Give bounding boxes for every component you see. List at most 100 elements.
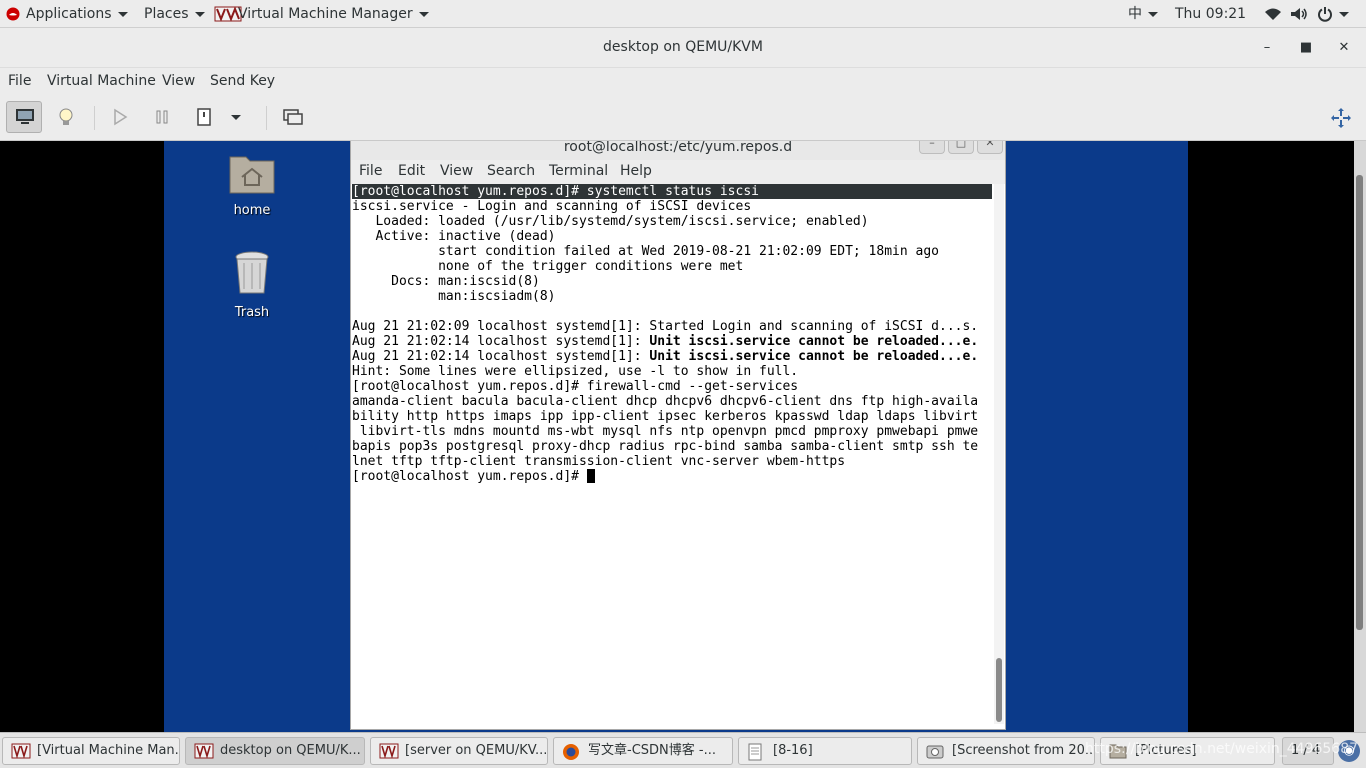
taskbar-item[interactable]: [Virtual Machine Man... xyxy=(2,737,180,765)
taskbar-item-label: [server on QEMU/KV... xyxy=(405,743,548,758)
terminal-line-bold: Unit iscsi.service cannot be reloaded...… xyxy=(649,334,979,349)
desktop-icon-home[interactable]: home xyxy=(212,151,292,218)
terminal-line: Docs: man:iscsid(8) xyxy=(352,274,992,289)
console-button[interactable] xyxy=(6,101,42,133)
desktop-icon-label: home xyxy=(233,203,271,218)
clock[interactable]: Thu 09:21 xyxy=(1175,0,1246,28)
guest-display[interactable]: home Trash root@localhost:/etc/yum.repos… xyxy=(164,141,1188,732)
terminal-line: Aug 21 21:02:14 localhost systemd[1]: Un… xyxy=(352,334,992,349)
taskbar-item-label: [Screenshot from 20... xyxy=(952,743,1095,758)
menubar: File Virtual Machine View Send Key xyxy=(0,68,1366,96)
terminal-line-text: [root@localhost yum.repos.d]# firewall-c… xyxy=(352,379,799,394)
window-title: desktop on QEMU/KVM xyxy=(603,39,763,55)
terminal-line: bility http https imaps ipp ipp-client i… xyxy=(352,409,992,424)
taskbar-item-label: 写文章-CSDN博客 -... xyxy=(588,743,716,758)
terminal-line: [root@localhost yum.repos.d]# firewall-c… xyxy=(352,379,992,394)
terminal-line-text: bility http https imaps ipp ipp-client i… xyxy=(352,409,979,424)
terminal-line-text: Hint: Some lines were ellipsized, use -l… xyxy=(352,364,799,379)
lightbulb-icon xyxy=(59,108,73,125)
redhat-icon xyxy=(6,7,20,21)
menu-view[interactable]: View xyxy=(162,73,195,89)
taskbar-item[interactable]: [Screenshot from 20... xyxy=(917,737,1095,765)
close-button[interactable]: ✕ xyxy=(1334,38,1354,58)
terminal-close-button[interactable]: ✕ xyxy=(977,141,1003,154)
clock-label: Thu 09:21 xyxy=(1175,6,1247,22)
taskbar-item-label: desktop on QEMU/K... xyxy=(220,743,361,758)
terminal-line: libvirt-tls mdns mountd ms-wbt mysql nfs… xyxy=(352,424,992,439)
menu-virtual-machine[interactable]: Virtual Machine xyxy=(47,73,156,89)
folder-home-icon xyxy=(229,156,275,194)
desktop-icon-trash[interactable]: Trash xyxy=(212,249,292,320)
terminal-titlebar[interactable]: root@localhost:/etc/yum.repos.d xyxy=(351,141,1005,160)
terminal-line-bold: Unit iscsi.service cannot be reloaded...… xyxy=(649,349,979,364)
terminal-line-text: none of the trigger conditions were met xyxy=(352,259,744,274)
applications-menu[interactable]: Applications xyxy=(6,0,128,28)
toolbar-separator xyxy=(266,106,267,130)
terminal-menu-view[interactable]: View xyxy=(440,163,473,179)
menu-send-key[interactable]: Send Key xyxy=(210,73,275,89)
taskbar-item[interactable]: desktop on QEMU/K... xyxy=(185,737,365,765)
terminal-minimize-button[interactable]: – xyxy=(919,141,945,154)
minimize-button[interactable]: – xyxy=(1257,38,1277,58)
system-status-menu[interactable] xyxy=(1264,0,1349,28)
terminal-line: lnet tftp tftp-client transmission-clien… xyxy=(352,454,992,469)
taskbar-item[interactable]: 写文章-CSDN博客 -... xyxy=(553,737,733,765)
desktop-icon-label: Trash xyxy=(234,305,270,320)
watermark: https://blog.csdn.net/weixin_44965687 xyxy=(1085,741,1359,757)
pause-button[interactable] xyxy=(144,101,180,133)
power-icon xyxy=(197,108,211,126)
snapshot-icon xyxy=(283,109,303,125)
terminal-line-text: libvirt-tls mdns mountd ms-wbt mysql nfs… xyxy=(352,424,979,439)
terminal-line: Loaded: loaded (/usr/lib/systemd/system/… xyxy=(352,214,992,229)
fullscreen-button[interactable] xyxy=(1322,101,1358,133)
vm-manager-icon xyxy=(194,743,214,759)
terminal-scrollbar[interactable] xyxy=(994,184,1004,724)
menu-file[interactable]: File xyxy=(8,73,31,89)
terminal-line-text: bapis pop3s postgresql proxy-dhcp radius… xyxy=(352,439,979,454)
snapshots-button[interactable] xyxy=(275,101,311,133)
places-menu[interactable]: Places xyxy=(144,0,205,28)
terminal-line: Aug 21 21:02:09 localhost systemd[1]: St… xyxy=(352,319,992,334)
firefox-icon xyxy=(562,743,582,760)
applications-label: Applications xyxy=(26,6,112,22)
terminal-menu-search[interactable]: Search xyxy=(487,163,535,179)
terminal-line: [root@localhost yum.repos.d]# systemctl … xyxy=(352,184,992,199)
volume-icon xyxy=(1291,8,1308,20)
terminal-line: bapis pop3s postgresql proxy-dhcp radius… xyxy=(352,439,992,454)
terminal-line-text: [root@localhost yum.repos.d]# systemctl … xyxy=(352,184,759,199)
terminal-menu-help[interactable]: Help xyxy=(620,163,652,179)
window-titlebar[interactable]: desktop on QEMU/KVM – ■ ✕ xyxy=(0,28,1366,68)
terminal-line: none of the trigger conditions were met xyxy=(352,259,992,274)
terminal-menu-edit[interactable]: Edit xyxy=(398,163,425,179)
vm-scrollbar-thumb[interactable] xyxy=(1356,175,1363,630)
vm-scrollbar[interactable] xyxy=(1354,141,1366,732)
terminal-output[interactable]: [root@localhost yum.repos.d]# systemctl … xyxy=(352,184,992,724)
maximize-button[interactable]: ■ xyxy=(1296,38,1316,58)
terminal-line: man:iscsiadm(8) xyxy=(352,289,992,304)
terminal-line: iscsi.service - Login and scanning of iS… xyxy=(352,199,992,214)
chevron-down-icon xyxy=(1148,11,1158,17)
input-method-menu[interactable]: 中 xyxy=(1128,0,1158,28)
details-button[interactable] xyxy=(48,101,84,133)
play-icon xyxy=(114,108,128,126)
terminal-line-text: lnet tftp tftp-client transmission-clien… xyxy=(352,454,846,469)
terminal-menu-file[interactable]: File xyxy=(359,163,382,179)
terminal-window[interactable]: root@localhost:/etc/yum.repos.d – □ ✕ Fi… xyxy=(350,141,1006,730)
shutdown-button[interactable] xyxy=(186,101,222,133)
terminal-maximize-button[interactable]: □ xyxy=(948,141,974,154)
taskbar-item[interactable]: [server on QEMU/KV... xyxy=(370,737,548,765)
document-icon xyxy=(747,743,767,761)
terminal-menu-terminal[interactable]: Terminal xyxy=(549,163,608,179)
terminal-line-prefix: Aug 21 21:02:14 localhost systemd[1]: xyxy=(352,349,650,364)
vm-manager-icon xyxy=(379,743,399,759)
app-menu[interactable]: Virtual Machine Manager xyxy=(214,0,429,28)
vm-window: desktop on QEMU/KVM – ■ ✕ File Virtual M… xyxy=(0,28,1366,732)
trash-icon xyxy=(235,251,269,294)
taskbar-item[interactable]: [8-16] xyxy=(738,737,912,765)
terminal-line: Hint: Some lines were ellipsized, use -l… xyxy=(352,364,992,379)
shutdown-menu-button[interactable] xyxy=(224,101,248,133)
terminal-scrollbar-thumb[interactable] xyxy=(996,658,1002,722)
power-icon xyxy=(1317,7,1332,22)
run-button[interactable] xyxy=(102,101,138,133)
taskbar-item-label: [8-16] xyxy=(773,743,813,758)
